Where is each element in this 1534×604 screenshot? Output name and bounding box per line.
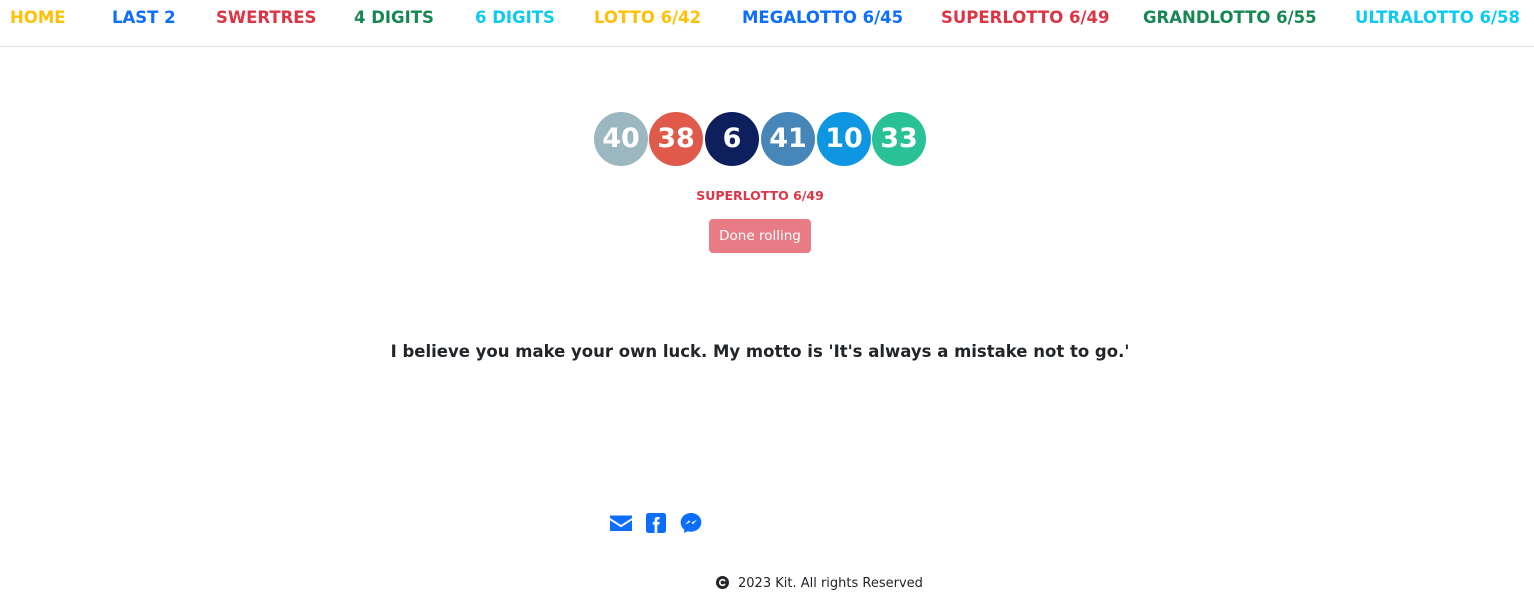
nav-swertres[interactable]: SWERTRES — [216, 8, 316, 28]
nav-last-2[interactable]: LAST 2 — [112, 8, 176, 28]
done-rolling-button[interactable]: Done rolling — [709, 219, 811, 253]
top-navbar: HOME LAST 2 SWERTRES 4 DIGITS 6 DIGITS L… — [0, 0, 1534, 47]
quote-text: I believe you make your own luck. My mot… — [390, 342, 1130, 361]
nav-grandlotto-6-55[interactable]: GRANDLOTTO 6/55 — [1143, 8, 1317, 28]
lotto-ball: 6 — [705, 112, 759, 166]
lotto-ball: 10 — [817, 112, 871, 166]
nav-megalotto-6-45[interactable]: MEGALOTTO 6/45 — [742, 8, 903, 28]
nav-6-digits[interactable]: 6 DIGITS — [475, 8, 555, 28]
envelope-icon[interactable] — [609, 512, 633, 534]
lotto-ball: 41 — [761, 112, 815, 166]
lotto-ball: 38 — [649, 112, 703, 166]
lotto-ball: 33 — [872, 112, 926, 166]
footer: 2023 Kit. All rights Reserved — [716, 575, 923, 593]
game-label: SUPERLOTTO 6/49 — [696, 188, 824, 203]
facebook-icon[interactable] — [644, 512, 668, 534]
copyright-icon — [716, 576, 729, 589]
nav-lotto-6-42[interactable]: LOTTO 6/42 — [594, 8, 701, 28]
nav-superlotto-6-49[interactable]: SUPERLOTTO 6/49 — [941, 8, 1109, 28]
nav-home[interactable]: HOME — [10, 8, 66, 28]
nav-4-digits[interactable]: 4 DIGITS — [354, 8, 434, 28]
lotto-ball: 40 — [594, 112, 648, 166]
footer-text: 2023 Kit. All rights Reserved — [738, 576, 923, 591]
messenger-icon[interactable] — [679, 512, 703, 534]
nav-ultralotto-6-58[interactable]: ULTRALOTTO 6/58 — [1355, 8, 1520, 28]
